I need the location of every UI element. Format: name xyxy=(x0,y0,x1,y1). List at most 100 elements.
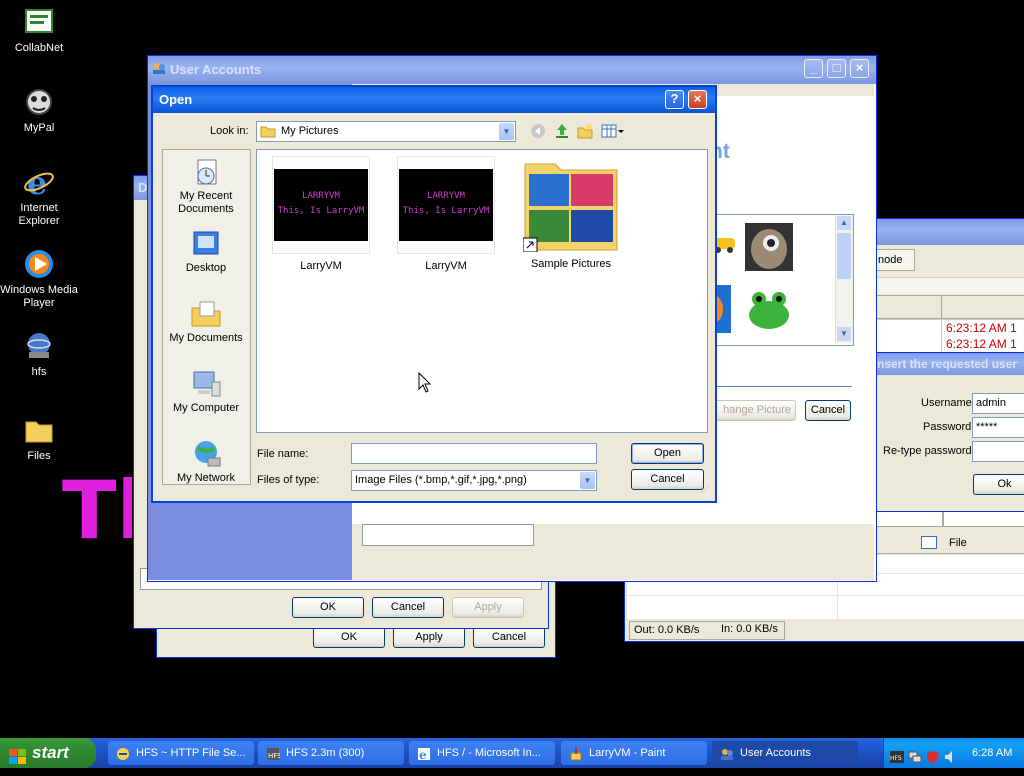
desktop-icon-label: hfs xyxy=(31,366,47,378)
log-entry: 6:23:12 AM 1 xyxy=(946,321,1017,335)
file-thumbnail: LARRYVM This, Is LarryVM xyxy=(272,156,370,254)
column-header xyxy=(943,511,1024,527)
network-tray-icon[interactable] xyxy=(908,746,922,763)
folder-item-sample-pictures[interactable]: Sample Pictures xyxy=(511,156,631,270)
taskbar-item-hfs-version[interactable]: HFS HFS 2.3m (300) xyxy=(258,741,404,765)
maximize-button[interactable]: □ xyxy=(827,59,846,78)
hfs-app-icon xyxy=(116,746,130,760)
open-dialog-title: Open xyxy=(153,87,715,113)
header-strip xyxy=(875,277,1024,294)
cancel-button[interactable]: Cancel xyxy=(372,597,444,618)
sample-pictures-folder-icon xyxy=(522,156,619,253)
close-button[interactable]: × xyxy=(850,59,869,78)
password-label: Password xyxy=(923,421,972,433)
security-shield-icon[interactable] xyxy=(926,746,940,764)
place-my-network[interactable]: My Network xyxy=(163,438,249,485)
column-header[interactable]: node xyxy=(875,249,915,271)
taskbar-item-internet-explorer[interactable]: e HFS / - Microsoft In... xyxy=(409,741,555,765)
view-menu-icon[interactable] xyxy=(601,123,625,139)
desktop-icon-mypal[interactable]: MyPal xyxy=(0,86,78,135)
desktop-icon-windows-media-player[interactable]: Windows Media Player xyxy=(0,248,78,310)
my-computer-icon xyxy=(190,368,222,400)
cancel-button[interactable]: Cancel xyxy=(631,469,704,490)
file-column-header[interactable]: File xyxy=(875,533,1024,554)
user-accounts-icon xyxy=(720,746,734,760)
desktop-icon-internet-explorer[interactable]: e Internet Explorer xyxy=(0,164,78,228)
taskbar-item-paint[interactable]: LarryVM - Paint xyxy=(561,741,707,765)
retype-password-label: Re-type password xyxy=(883,445,972,457)
column-header xyxy=(875,511,943,527)
log-entry: 6:23:12 AM 1 xyxy=(946,337,1017,351)
username-field[interactable]: admin xyxy=(972,393,1024,414)
desktop-icon-label: CollabNet xyxy=(14,42,64,54)
help-button[interactable]: ? xyxy=(665,90,684,109)
picture-list[interactable]: ▲ ▼ xyxy=(703,214,854,346)
taskbar-item-hfs-http[interactable]: HFS ~ HTTP File Se... xyxy=(108,741,254,765)
place-desktop[interactable]: Desktop xyxy=(163,228,249,275)
my-network-icon xyxy=(190,438,222,470)
file-item[interactable]: LARRYVM This, Is LarryVM LarryVM xyxy=(261,156,381,272)
status-in: In: 0.0 KB/s xyxy=(721,623,778,635)
chevron-down-icon[interactable]: ▼ xyxy=(580,472,595,489)
apply-button[interactable]: Apply xyxy=(393,627,465,648)
file-name-label: Sample Pictures xyxy=(530,258,612,270)
internet-explorer-icon: e xyxy=(417,746,431,762)
file-item[interactable]: LARRYVM This, Is LarryVM LarryVM xyxy=(386,156,506,272)
media-player-icon xyxy=(23,248,55,280)
column-header xyxy=(941,295,1024,319)
place-my-recent-documents[interactable]: My Recent Documents xyxy=(163,156,249,216)
scroll-up-arrow[interactable]: ▲ xyxy=(837,216,851,230)
cancel-button[interactable]: Cancel xyxy=(473,627,545,648)
places-bar: My Recent Documents Desktop My Documents… xyxy=(162,149,251,485)
change-picture-button[interactable]: hange Picture xyxy=(704,400,796,421)
internet-explorer-icon: e xyxy=(23,164,55,202)
place-my-computer[interactable]: My Computer xyxy=(163,368,249,415)
ok-button[interactable]: Ok xyxy=(973,474,1024,495)
clock[interactable]: 6:28 AM xyxy=(972,738,1012,768)
chevron-down-icon[interactable]: ▼ xyxy=(499,123,514,140)
svg-text:HFS: HFS xyxy=(268,752,280,760)
desktop-icon-label: MyPal xyxy=(23,122,55,134)
picture-list-scrollbar[interactable]: ▲ ▼ xyxy=(835,215,853,343)
minimize-button[interactable]: _ xyxy=(804,59,823,78)
ok-button[interactable]: OK xyxy=(313,627,385,648)
system-tray: HFS 6:28 AM xyxy=(883,738,1024,768)
frog-picture[interactable] xyxy=(745,289,793,331)
hfs-icon xyxy=(23,330,55,362)
look-in-combo[interactable]: My Pictures ▼ xyxy=(256,121,516,142)
up-folder-icon[interactable] xyxy=(554,123,570,139)
hfs-tray-icon[interactable]: HFS xyxy=(890,746,904,763)
file-name-label: LarryVM xyxy=(300,260,342,272)
user-accounts-title: User Accounts xyxy=(148,56,876,84)
owl-picture[interactable] xyxy=(745,223,793,271)
my-pictures-folder-icon xyxy=(260,125,276,138)
resize-grip[interactable]: ⋰ xyxy=(701,485,711,495)
scroll-down-arrow[interactable]: ▼ xyxy=(837,327,851,341)
file-list-view[interactable]: LARRYVM This, Is LarryVM LarryVM LARRYVM… xyxy=(256,149,708,433)
svg-text:e: e xyxy=(419,748,427,761)
look-in-label: Look in: xyxy=(210,125,249,137)
ok-button[interactable]: OK xyxy=(292,597,364,618)
retype-password-field[interactable] xyxy=(972,441,1024,462)
file-name-input[interactable] xyxy=(351,443,597,464)
files-of-type-select[interactable]: Image Files (*.bmp,*.gif,*.jpg,*.png) ▼ xyxy=(351,470,597,491)
apply-button[interactable]: Apply xyxy=(452,597,524,618)
username-label: Username xyxy=(921,397,972,409)
desktop-icon-collabnet[interactable]: CollabNet xyxy=(0,6,78,55)
taskbar-item-user-accounts[interactable]: User Accounts xyxy=(712,741,858,765)
mypal-icon xyxy=(23,86,55,118)
place-my-documents[interactable]: My Documents xyxy=(163,298,249,345)
start-button[interactable]: start xyxy=(0,738,96,768)
volume-tray-icon[interactable] xyxy=(944,746,958,763)
scrollbar-thumb[interactable] xyxy=(837,233,851,279)
close-button[interactable]: × xyxy=(688,90,707,109)
new-folder-icon[interactable] xyxy=(577,123,593,139)
open-button[interactable]: Open xyxy=(631,443,704,464)
login-dialog: nsert the requested user Username admin … xyxy=(876,352,1024,512)
desktop-icon-files[interactable]: Files xyxy=(0,414,78,463)
cancel-button[interactable]: Cancel xyxy=(805,400,851,421)
desktop-icon-hfs[interactable]: hfs xyxy=(0,330,78,379)
windows-logo-icon xyxy=(9,745,27,764)
password-field[interactable]: ***** xyxy=(972,417,1024,438)
back-icon[interactable] xyxy=(530,123,546,139)
